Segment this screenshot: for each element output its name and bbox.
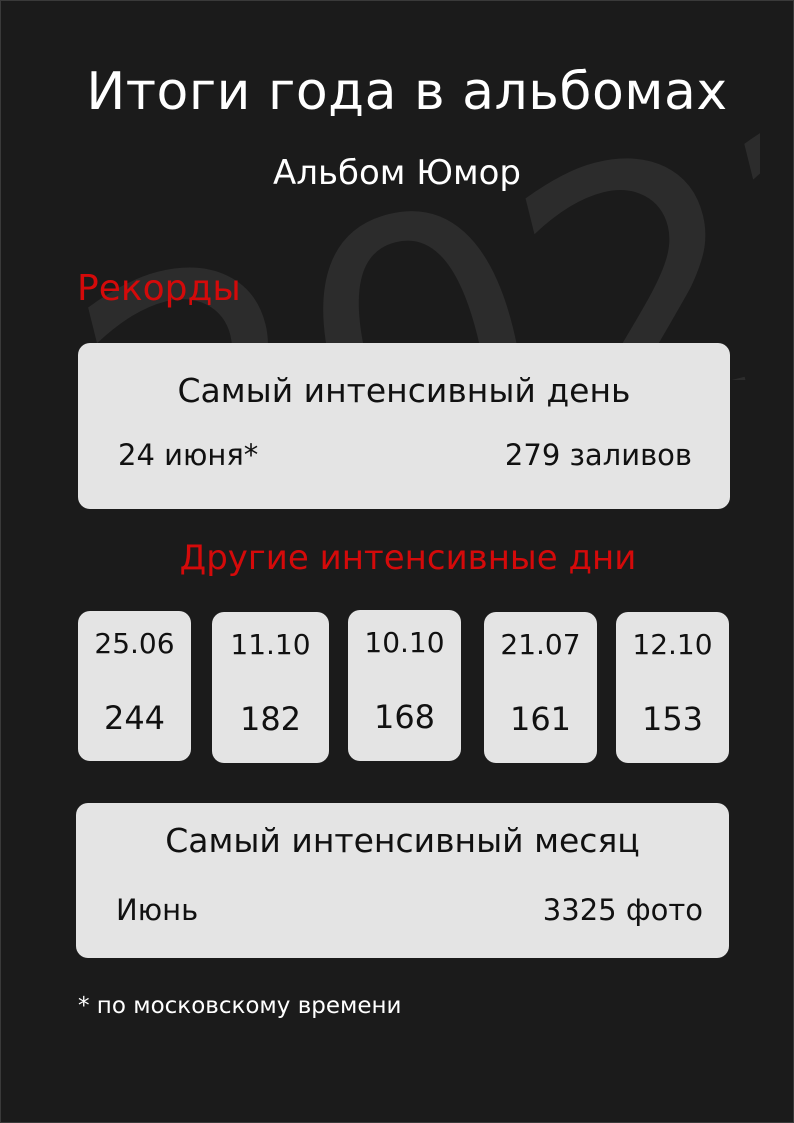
other-day-date: 25.06 [94, 627, 175, 660]
most-intense-day-card: Самый интенсивный день 24 июня* 279 зали… [78, 343, 730, 509]
page-title: Итоги года в альбомах [86, 62, 728, 122]
most-intense-day-title: Самый интенсивный день [177, 371, 631, 410]
most-intense-month-name: Июнь [116, 893, 199, 927]
other-day-card: 25.06 244 [78, 611, 191, 761]
timezone-footnote: * по московскому времени [78, 993, 402, 1019]
most-intense-month-title: Самый интенсивный месяц [165, 821, 640, 860]
album-subtitle: Альбом Юмор [273, 153, 521, 193]
other-day-date: 12.10 [632, 628, 713, 661]
most-intense-day-date: 24 июня* [118, 438, 259, 472]
other-day-date: 11.10 [230, 628, 311, 661]
other-days-heading: Другие интенсивные дни [179, 538, 637, 578]
other-day-count: 182 [239, 700, 302, 738]
other-day-card: 12.10 153 [616, 612, 729, 763]
other-day-count: 161 [509, 700, 572, 738]
most-intense-month-card: Самый интенсивный месяц Июнь 3325 фото [76, 803, 729, 958]
other-day-count: 168 [373, 698, 436, 736]
most-intense-day-count: 279 заливов [504, 438, 692, 472]
other-day-count: 244 [103, 699, 166, 737]
most-intense-month-count: 3325 фото [542, 893, 703, 927]
other-day-count: 153 [641, 700, 704, 738]
other-day-card: 10.10 168 [348, 610, 461, 761]
other-day-card: 21.07 161 [484, 612, 597, 763]
records-heading: Рекорды [77, 268, 241, 309]
other-day-card: 11.10 182 [212, 612, 329, 763]
other-day-date: 21.07 [500, 628, 581, 661]
other-day-date: 10.10 [364, 626, 445, 659]
